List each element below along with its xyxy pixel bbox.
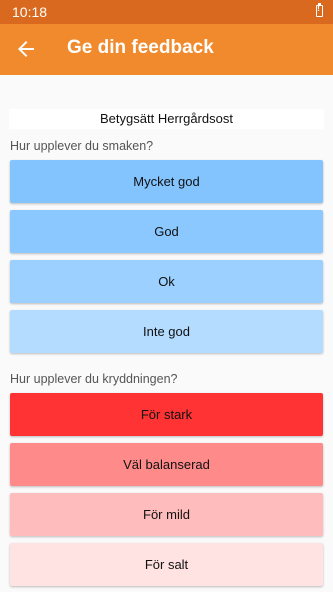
taste-question: Hur upplever du smaken?	[10, 139, 154, 153]
spice-option-for-stark[interactable]: För stark	[10, 393, 323, 436]
spice-option-val-balanserad[interactable]: Väl balanserad	[10, 443, 323, 486]
status-bar: 10:18	[0, 0, 333, 24]
spice-option-for-mild[interactable]: För mild	[10, 493, 323, 536]
app-bar: Ge din feedback	[0, 24, 333, 75]
spice-question: Hur upplever du kryddningen?	[10, 372, 178, 386]
taste-option-mycket-god[interactable]: Mycket god	[10, 160, 323, 203]
product-label: Betygsätt Herrgårdsost	[9, 109, 324, 129]
taste-option-inte-god[interactable]: Inte god	[10, 310, 323, 353]
taste-option-ok[interactable]: Ok	[10, 260, 323, 303]
page-title: Ge din feedback	[67, 37, 214, 58]
spice-option-for-salt[interactable]: För salt	[10, 543, 323, 586]
battery-alert-icon	[316, 3, 323, 17]
taste-option-god[interactable]: God	[10, 210, 323, 253]
status-time: 10:18	[12, 4, 48, 20]
back-arrow-icon[interactable]	[14, 37, 38, 61]
